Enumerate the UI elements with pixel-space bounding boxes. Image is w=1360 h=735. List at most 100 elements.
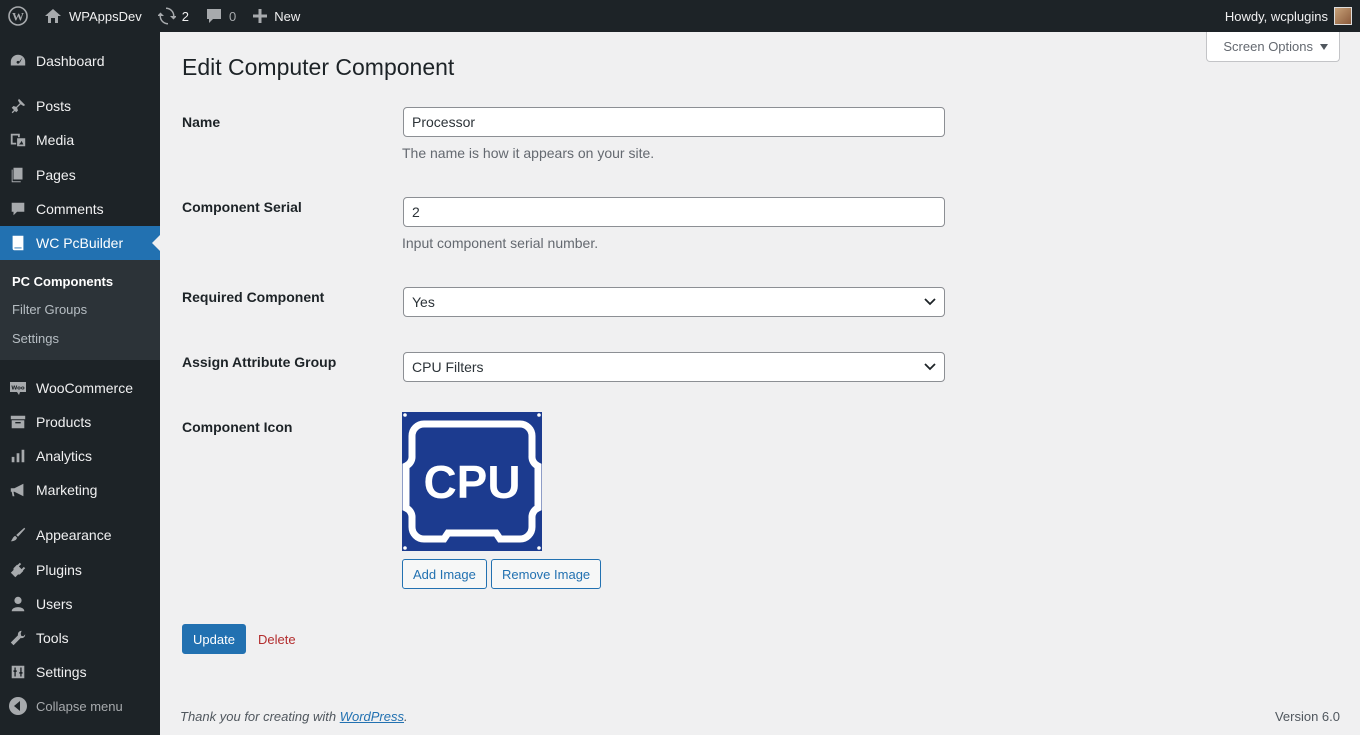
menu-label: Media bbox=[36, 132, 75, 148]
menu-label: Dashboard bbox=[36, 53, 105, 69]
attribute-select[interactable]: CPU Filters bbox=[403, 352, 945, 382]
pages-icon bbox=[0, 166, 36, 184]
menu-label: WooCommerce bbox=[36, 380, 133, 396]
menu-item-users[interactable]: Users bbox=[0, 587, 160, 621]
menu-item-dashboard[interactable]: Dashboard bbox=[0, 44, 160, 78]
menu-label: Marketing bbox=[36, 482, 98, 498]
collapse-label: Collapse menu bbox=[36, 698, 123, 714]
brush-icon bbox=[0, 526, 36, 544]
menu-label: Settings bbox=[36, 664, 87, 680]
menu-label: Comments bbox=[36, 201, 104, 217]
submenu-filter-groups[interactable]: Filter Groups bbox=[12, 302, 87, 317]
comments-count: 0 bbox=[228, 8, 237, 24]
menu-label: Plugins bbox=[36, 562, 82, 578]
collapse-icon bbox=[9, 697, 27, 715]
menu-label: Products bbox=[36, 414, 92, 430]
required-label: Required Component bbox=[182, 289, 325, 305]
serial-value: 2 bbox=[412, 204, 420, 220]
submenu-pc-components[interactable]: PC Components bbox=[12, 274, 113, 289]
updates-link[interactable]: 2 bbox=[150, 0, 197, 32]
user-icon bbox=[0, 595, 36, 613]
footer-thanks-prefix: Thank you for creating with bbox=[180, 709, 340, 724]
footer-version: Version 6.0 bbox=[1274, 709, 1340, 724]
cpu-icon: CPU bbox=[402, 413, 542, 550]
new-content-link[interactable]: New bbox=[244, 0, 308, 32]
megaphone-icon bbox=[0, 481, 36, 499]
menu-item-settings[interactable]: Settings bbox=[0, 655, 160, 689]
serial-label: Component Serial bbox=[182, 199, 302, 215]
attribute-value: CPU Filters bbox=[412, 359, 484, 375]
menu-label: Tools bbox=[36, 630, 69, 646]
page-title: Edit Computer Component bbox=[182, 54, 455, 80]
updates-icon bbox=[157, 7, 176, 25]
chevron-down-icon bbox=[924, 298, 936, 306]
menu-item-woocommerce[interactable]: Woo WooCommerce bbox=[0, 371, 160, 405]
screen-options-label: Screen Options bbox=[1223, 39, 1313, 54]
serial-input[interactable]: 2 bbox=[403, 197, 945, 227]
media-icon bbox=[0, 131, 36, 149]
menu-label: Pages bbox=[36, 167, 76, 183]
screen-options-button[interactable]: Screen Options bbox=[1206, 32, 1340, 62]
site-name: WPAppsDev bbox=[69, 8, 142, 24]
add-image-label: Add Image bbox=[413, 566, 476, 582]
menu-item-posts[interactable]: Posts bbox=[0, 89, 160, 123]
icon-label: Component Icon bbox=[182, 419, 293, 435]
cpu-icon-text: CPU bbox=[423, 456, 520, 508]
name-input[interactable]: Processor bbox=[403, 107, 945, 137]
update-label: Update bbox=[193, 631, 235, 647]
menu-label: Posts bbox=[36, 98, 72, 114]
comments-link[interactable]: 0 bbox=[197, 0, 244, 32]
updates-count: 2 bbox=[181, 8, 189, 24]
menu-item-appearance[interactable]: Appearance bbox=[0, 518, 160, 552]
remove-image-label: Remove Image bbox=[502, 566, 591, 582]
menu-label: Users bbox=[36, 596, 73, 612]
footer-thankyou: Thank you for creating with WordPress. bbox=[180, 709, 408, 724]
menu-item-analytics[interactable]: Analytics bbox=[0, 439, 160, 473]
settings-icon bbox=[0, 663, 36, 681]
add-image-button[interactable]: Add Image bbox=[402, 559, 487, 589]
menu-item-marketing[interactable]: Marketing bbox=[0, 473, 160, 507]
required-value: Yes bbox=[412, 294, 435, 310]
menu-item-media[interactable]: Media bbox=[0, 123, 160, 157]
wordpress-link[interactable]: WordPress bbox=[340, 709, 404, 724]
remove-image-button[interactable]: Remove Image bbox=[491, 559, 602, 589]
menu-item-pages[interactable]: Pages bbox=[0, 158, 160, 192]
pin-icon bbox=[0, 97, 36, 115]
dashboard-icon bbox=[0, 52, 36, 70]
my-account[interactable]: Howdy, wcplugins bbox=[1225, 0, 1352, 32]
delete-link[interactable]: Delete bbox=[258, 632, 296, 647]
woo-icon: Woo bbox=[0, 380, 36, 396]
avatar bbox=[1334, 7, 1352, 25]
menu-item-products[interactable]: Products bbox=[0, 405, 160, 439]
collapse-menu-button[interactable]: Collapse menu bbox=[0, 689, 160, 723]
chart-icon bbox=[0, 447, 36, 465]
attribute-label: Assign Attribute Group bbox=[182, 354, 337, 370]
menu-label: Analytics bbox=[36, 448, 93, 464]
menu-item-plugins[interactable]: Plugins bbox=[0, 553, 160, 587]
book-icon bbox=[0, 234, 36, 252]
home-icon bbox=[45, 9, 61, 23]
menu-item-tools[interactable]: Tools bbox=[0, 621, 160, 655]
plugin-icon bbox=[0, 561, 36, 579]
serial-description: Input component serial number. bbox=[402, 235, 599, 251]
name-label: Name bbox=[182, 114, 221, 130]
new-label: New bbox=[274, 8, 301, 24]
submenu-settings[interactable]: Settings bbox=[12, 331, 59, 346]
archive-icon bbox=[0, 413, 36, 431]
wordpress-logo-icon[interactable]: W bbox=[0, 0, 36, 32]
pcbuilder-submenu: PC Components Filter Groups Settings bbox=[0, 260, 160, 360]
chevron-down-icon bbox=[924, 363, 936, 371]
menu-item-comments[interactable]: Comments bbox=[0, 192, 160, 226]
name-value: Processor bbox=[412, 114, 476, 130]
required-select[interactable]: Yes bbox=[403, 287, 945, 317]
site-name-link[interactable]: WPAppsDev bbox=[36, 0, 150, 32]
wrench-icon bbox=[0, 629, 36, 647]
plus-icon bbox=[253, 9, 268, 23]
footer-thanks-suffix: . bbox=[404, 709, 408, 724]
admin-bar: W WPAppsDev 2 0 New Howdy, wcplugins bbox=[0, 0, 1360, 32]
svg-text:W: W bbox=[12, 10, 24, 24]
menu-label: WC PcBuilder bbox=[36, 235, 124, 251]
update-button[interactable]: Update bbox=[182, 624, 246, 654]
name-description: The name is how it appears on your site. bbox=[402, 145, 655, 161]
menu-item-wc-pcbuilder[interactable]: WC PcBuilder bbox=[0, 226, 160, 260]
